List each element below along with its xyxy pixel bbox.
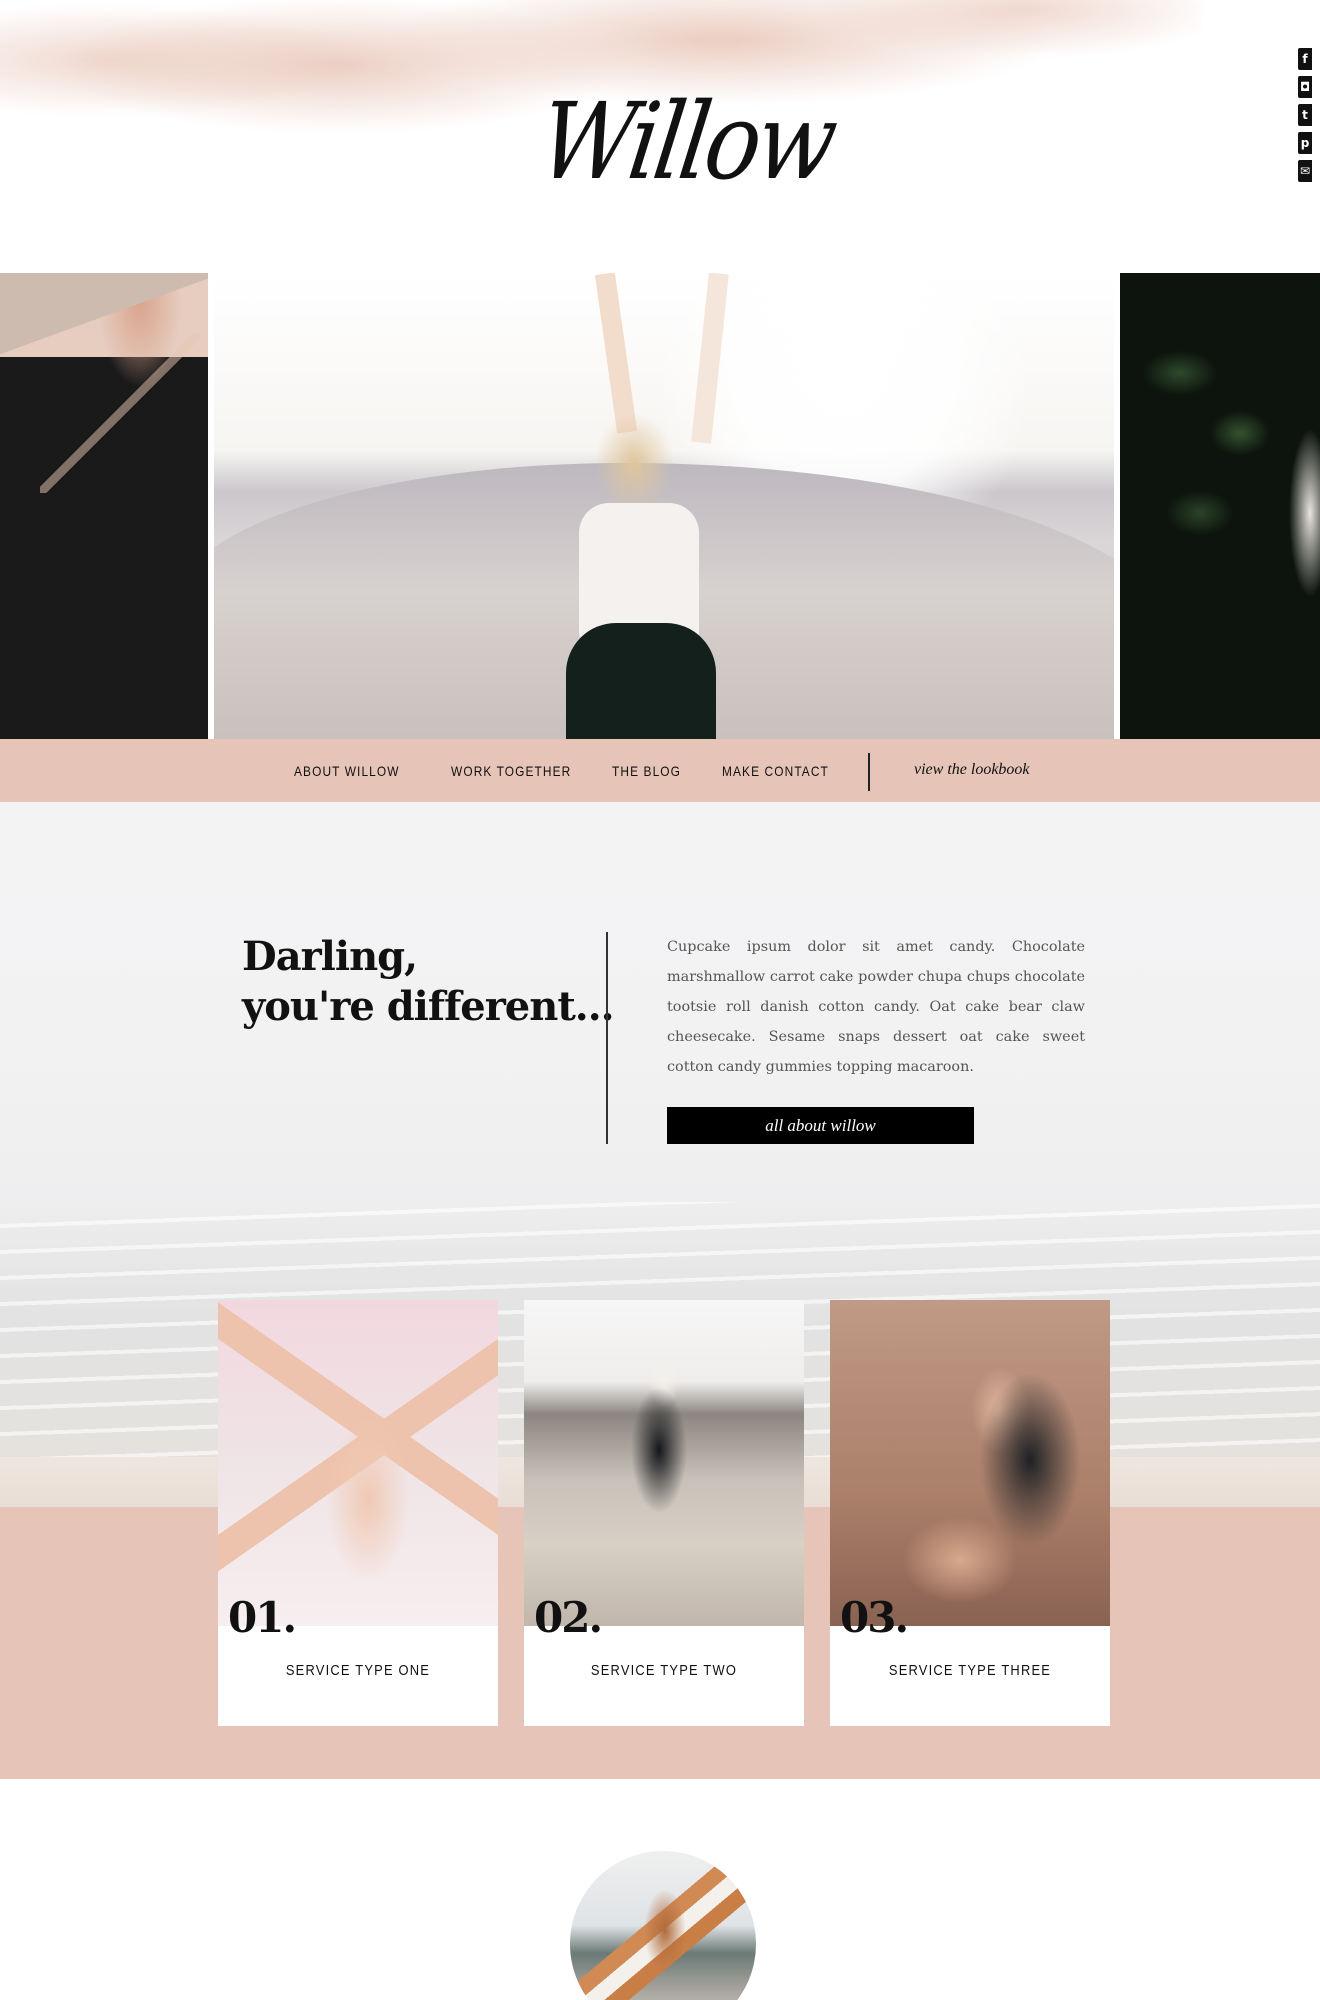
hero-photo-left (0, 273, 208, 739)
service-number: 02. (534, 1593, 603, 1642)
nav-lookbook-link[interactable]: view the lookbook (914, 760, 1030, 780)
page: Willow f ◘ t p ✉ ABOUT WILLOW WORK TOGET… (0, 0, 1320, 2000)
hero-gallery (0, 273, 1320, 739)
service-card-two[interactable]: 02. SERVICE TYPE TWO (524, 1300, 804, 1726)
pinterest-icon[interactable]: p (1298, 132, 1312, 154)
main-nav: ABOUT WILLOW WORK TOGETHER THE BLOG MAKE… (0, 739, 1320, 802)
hero-photo-center (214, 273, 1114, 739)
headline-line-2: you're different... (242, 983, 615, 1030)
headline-line-1: Darling, (242, 933, 418, 980)
service-label[interactable]: SERVICE TYPE ONE (238, 1662, 479, 1679)
hero-photo-right (1120, 273, 1320, 739)
nav-item-work-together[interactable]: WORK TOGETHER (451, 761, 571, 781)
intro-headline: Darling, you're different... (242, 932, 615, 1032)
twitter-icon[interactable]: t (1298, 104, 1312, 126)
service-number: 03. (840, 1593, 909, 1642)
intro-body: Cupcake ipsum dolor sit amet candy. Choc… (667, 939, 1085, 1075)
service-image-walking (524, 1300, 804, 1626)
facebook-icon[interactable]: f (1298, 48, 1312, 70)
site-logo[interactable]: Willow (530, 79, 841, 217)
service-label[interactable]: SERVICE TYPE THREE (850, 1662, 1091, 1679)
site-header: Willow f ◘ t p ✉ (0, 0, 1320, 273)
nav-item-about[interactable]: ABOUT WILLOW (294, 761, 400, 781)
service-card-three[interactable]: 03. SERVICE TYPE THREE (830, 1300, 1110, 1726)
service-label[interactable]: SERVICE TYPE TWO (544, 1662, 785, 1679)
vertical-divider (606, 932, 608, 1144)
about-button[interactable]: all about willow (667, 1107, 974, 1144)
service-image-portrait (830, 1300, 1110, 1626)
nav-divider (868, 753, 870, 791)
nav-item-contact[interactable]: MAKE CONTACT (722, 761, 829, 781)
email-icon[interactable]: ✉ (1298, 160, 1312, 182)
shirt (579, 503, 699, 643)
instagram-icon[interactable]: ◘ (1298, 76, 1312, 98)
avatar (570, 1851, 756, 2000)
service-card-one[interactable]: 01. SERVICE TYPE ONE (218, 1300, 498, 1726)
service-number: 01. (228, 1593, 297, 1642)
nav-item-blog[interactable]: THE BLOG (612, 761, 681, 781)
skirt (566, 623, 716, 739)
social-links: f ◘ t p ✉ (1298, 48, 1320, 182)
service-image-hands (218, 1300, 498, 1626)
bottom-section (0, 1779, 1320, 2000)
